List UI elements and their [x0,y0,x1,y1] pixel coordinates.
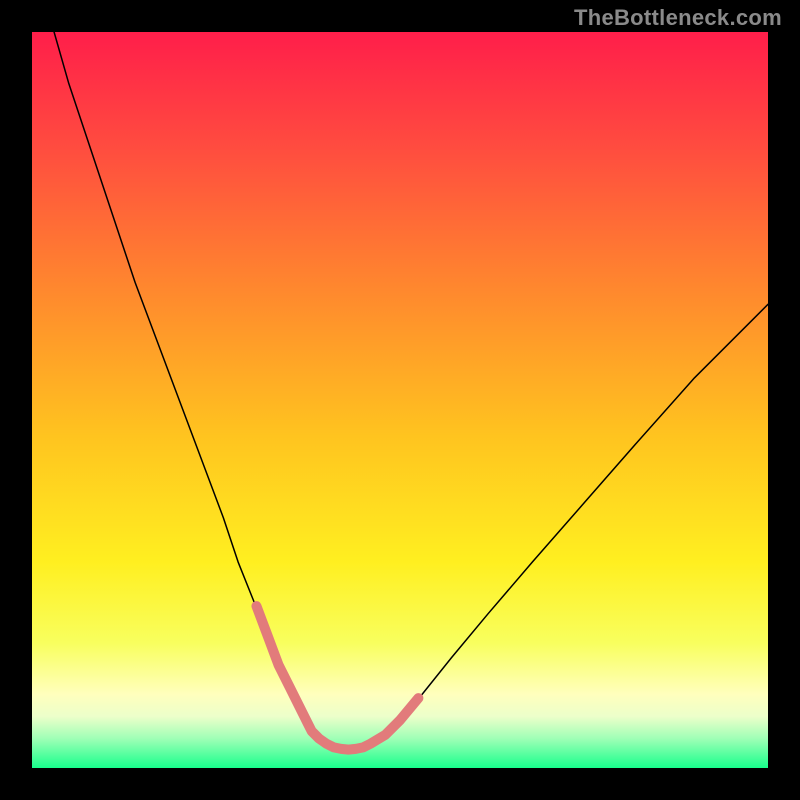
gradient-background [32,32,768,768]
bottleneck-chart-svg [32,32,768,768]
chart-root: TheBottleneck.com [0,0,800,800]
plot-area [32,32,768,768]
attribution-label: TheBottleneck.com [574,5,782,31]
